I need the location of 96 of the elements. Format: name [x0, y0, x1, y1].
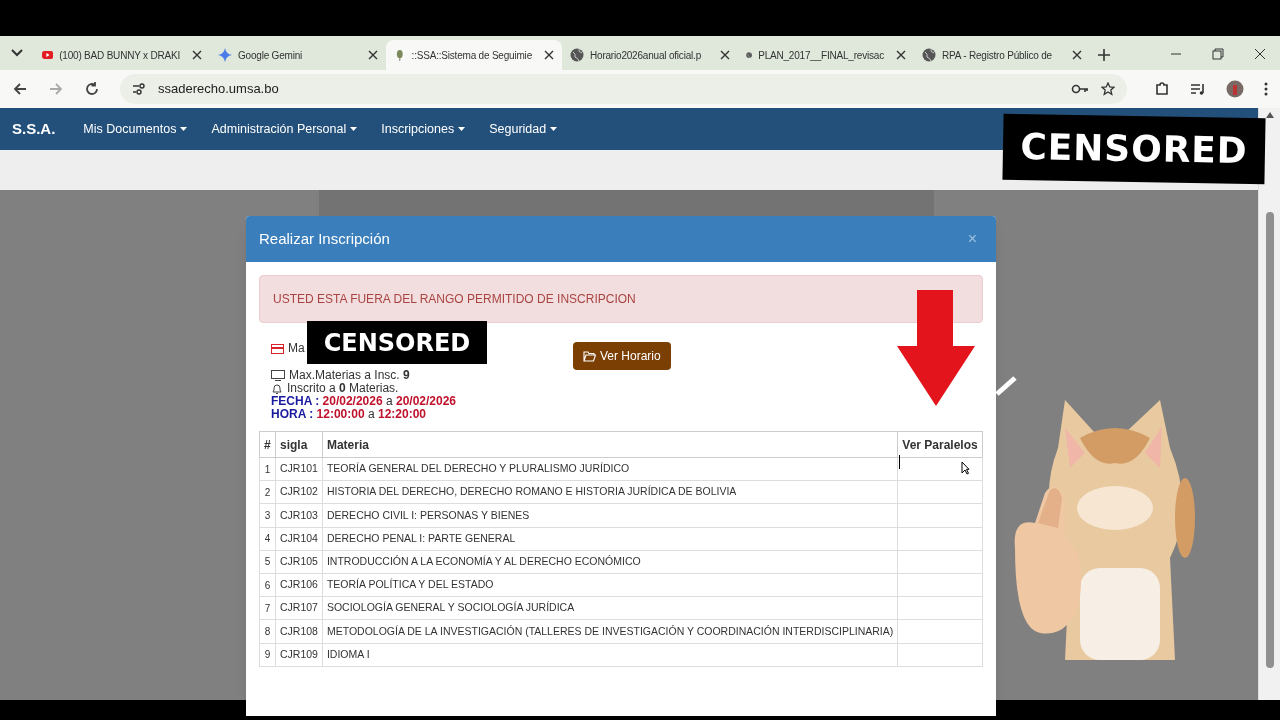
- ver-horario-button[interactable]: Ver Horario: [573, 342, 671, 370]
- tab-title: Google Gemini: [238, 48, 303, 63]
- table-cell: 6: [259, 573, 276, 597]
- table-cell: CJR106: [275, 573, 323, 597]
- table-cell: 3: [259, 503, 276, 528]
- nav-menu[interactable]: Inscripciones: [381, 119, 466, 139]
- table-cell: INTRODUCCIÓN A LA ECONOMÍA Y AL DERECHO ECONÓMICO: [322, 550, 898, 574]
- info-text: Ma: [288, 342, 305, 355]
- column-header: #: [259, 431, 276, 458]
- tab-title: Horario2026anual oficial.p: [590, 48, 701, 63]
- table-cell: TEORÍA POLÍTICA Y DEL ESTADO: [322, 573, 898, 597]
- date-range-text: FECHA : 20/02/2026 a 20/02/2026: [271, 395, 458, 408]
- close-icon[interactable]: [1254, 48, 1266, 60]
- scroll-up-icon[interactable]: [1265, 112, 1274, 118]
- table-cell: 1: [259, 457, 276, 481]
- nav-menu[interactable]: Seguridad: [489, 119, 558, 139]
- monitor-icon: [271, 370, 285, 381]
- table-cell: CJR102: [275, 480, 323, 504]
- table-cell: CJR108: [275, 619, 323, 643]
- table-cell: CJR103: [275, 503, 323, 528]
- table-cell: CJR105: [275, 550, 323, 574]
- table-cell: 7: [259, 596, 276, 620]
- tab-title: ::SSA::Sistema de Seguimie: [411, 48, 532, 63]
- table-cell: 5: [259, 550, 276, 574]
- table-cell: TEORÍA GENERAL DEL DERECHO Y PLURALISMO JURÍDICO: [322, 457, 898, 481]
- close-icon[interactable]: [1072, 50, 1082, 60]
- profile-avatar-icon[interactable]: [1226, 80, 1244, 98]
- column-header: Ver Paralelos: [897, 431, 983, 458]
- extensions-icon[interactable]: [1154, 81, 1170, 97]
- card-icon: [271, 343, 284, 354]
- star-icon[interactable]: [1101, 82, 1115, 96]
- table-cell: 4: [259, 527, 276, 551]
- tab-title: (100) BAD BUNNY x DRAKI: [59, 48, 180, 63]
- close-icon[interactable]: [368, 50, 378, 60]
- mouse-cursor-icon: [961, 461, 970, 475]
- table-cell: CJR107: [275, 596, 323, 620]
- close-icon[interactable]: [896, 50, 906, 60]
- key-icon[interactable]: [1071, 83, 1089, 95]
- globe-icon: [570, 48, 584, 62]
- table-cell: 9: [259, 643, 276, 667]
- bell-icon: [271, 382, 283, 395]
- site-settings-icon[interactable]: [132, 82, 146, 96]
- globe-icon: [922, 48, 936, 62]
- caret-icon: [550, 127, 558, 131]
- info-text: Max.Materias a Insc. 9: [289, 369, 410, 382]
- caret-icon: [180, 127, 188, 131]
- close-icon[interactable]: [720, 50, 730, 60]
- down-arrow-icon: [895, 288, 977, 408]
- table-cell: HISTORIA DEL DERECHO, DERECHO ROMANO E HISTORIA JURÍDICA DE BOLIVIA: [322, 480, 898, 504]
- chevron-down-icon[interactable]: [11, 49, 23, 57]
- address-bar[interactable]: ssaderecho.umsa.bo: [120, 74, 1127, 104]
- video-play-icon: [42, 48, 54, 62]
- caret-icon: [350, 127, 358, 131]
- column-header: Materia: [322, 431, 898, 458]
- browser-tab[interactable]: (100) BAD BUNNY x DRAKI: [34, 40, 210, 70]
- nav-menu[interactable]: Administración Personal: [211, 119, 358, 139]
- scrollbar-thumb[interactable]: [1265, 212, 1274, 668]
- media-icon[interactable]: [1190, 82, 1206, 96]
- table-cell: CJR109: [275, 643, 323, 667]
- browser-tab[interactable]: PLAN_2017__FINAL_revisac: [738, 40, 914, 70]
- close-icon[interactable]: [192, 50, 202, 60]
- table-cell: CJR101: [275, 457, 323, 481]
- sparkle-icon: [218, 48, 232, 62]
- table-cell: DERECHO CIVIL I: PERSONAS Y BIENES: [322, 503, 898, 528]
- info-text: Inscrito a 0 Materias.: [287, 382, 399, 395]
- table-cell: CJR104: [275, 527, 323, 551]
- censored-sticker: CENSORED: [1002, 113, 1266, 185]
- url-text: ssaderecho.umsa.bo: [158, 80, 279, 99]
- modal-title: Realizar Inscripción: [259, 228, 390, 249]
- table-cell: SOCIOLOGÍA GENERAL Y SOCIOLOGÍA JURÍDICA: [322, 596, 898, 620]
- time-range-text: HORA : 12:00:00 a 12:20:00: [271, 408, 427, 421]
- browser-tab[interactable]: RPA - Registro Público de: [914, 40, 1090, 70]
- table-cell: METODOLOGÍA DE LA INVESTIGACIÓN (TALLERES DE INVESTIGACIÓN Y COORDINACIÓN INTERDISCIPLINARIA): [322, 619, 898, 643]
- tab-title: PLAN_2017__FINAL_revisac: [758, 48, 884, 63]
- leaf-icon: [394, 48, 406, 62]
- menu-icon[interactable]: [1264, 82, 1268, 96]
- table-cell: 8: [259, 619, 276, 643]
- reload-icon[interactable]: [84, 81, 100, 97]
- table-cell: DERECHO PENAL I: PARTE GENERAL: [322, 527, 898, 551]
- brand-title[interactable]: S.S.A.: [12, 117, 56, 141]
- text-cursor: [899, 455, 900, 469]
- close-icon[interactable]: [544, 50, 554, 60]
- restore-icon[interactable]: [1212, 48, 1224, 60]
- folder-open-icon: [583, 350, 596, 362]
- browser-tab[interactable]: Horario2026anual oficial.p: [562, 40, 738, 70]
- back-icon[interactable]: [12, 81, 28, 97]
- caret-icon: [458, 127, 466, 131]
- table-cell: 2: [259, 480, 276, 504]
- browser-tab[interactable]: Google Gemini: [210, 40, 386, 70]
- table-cell: IDIOMA I: [322, 643, 898, 667]
- nav-menu[interactable]: Mis Documentos: [83, 119, 188, 139]
- browser-tab[interactable]: ::SSA::Sistema de Seguimie: [386, 40, 562, 70]
- error-alert: USTED ESTA FUERA DEL RANGO PERMITIDO DE INSCRIPCION: [259, 275, 983, 323]
- censored-sticker: CENSORED: [307, 321, 487, 364]
- tab-title: RPA - Registro Público de: [942, 48, 1052, 63]
- column-header: sigla: [275, 431, 323, 458]
